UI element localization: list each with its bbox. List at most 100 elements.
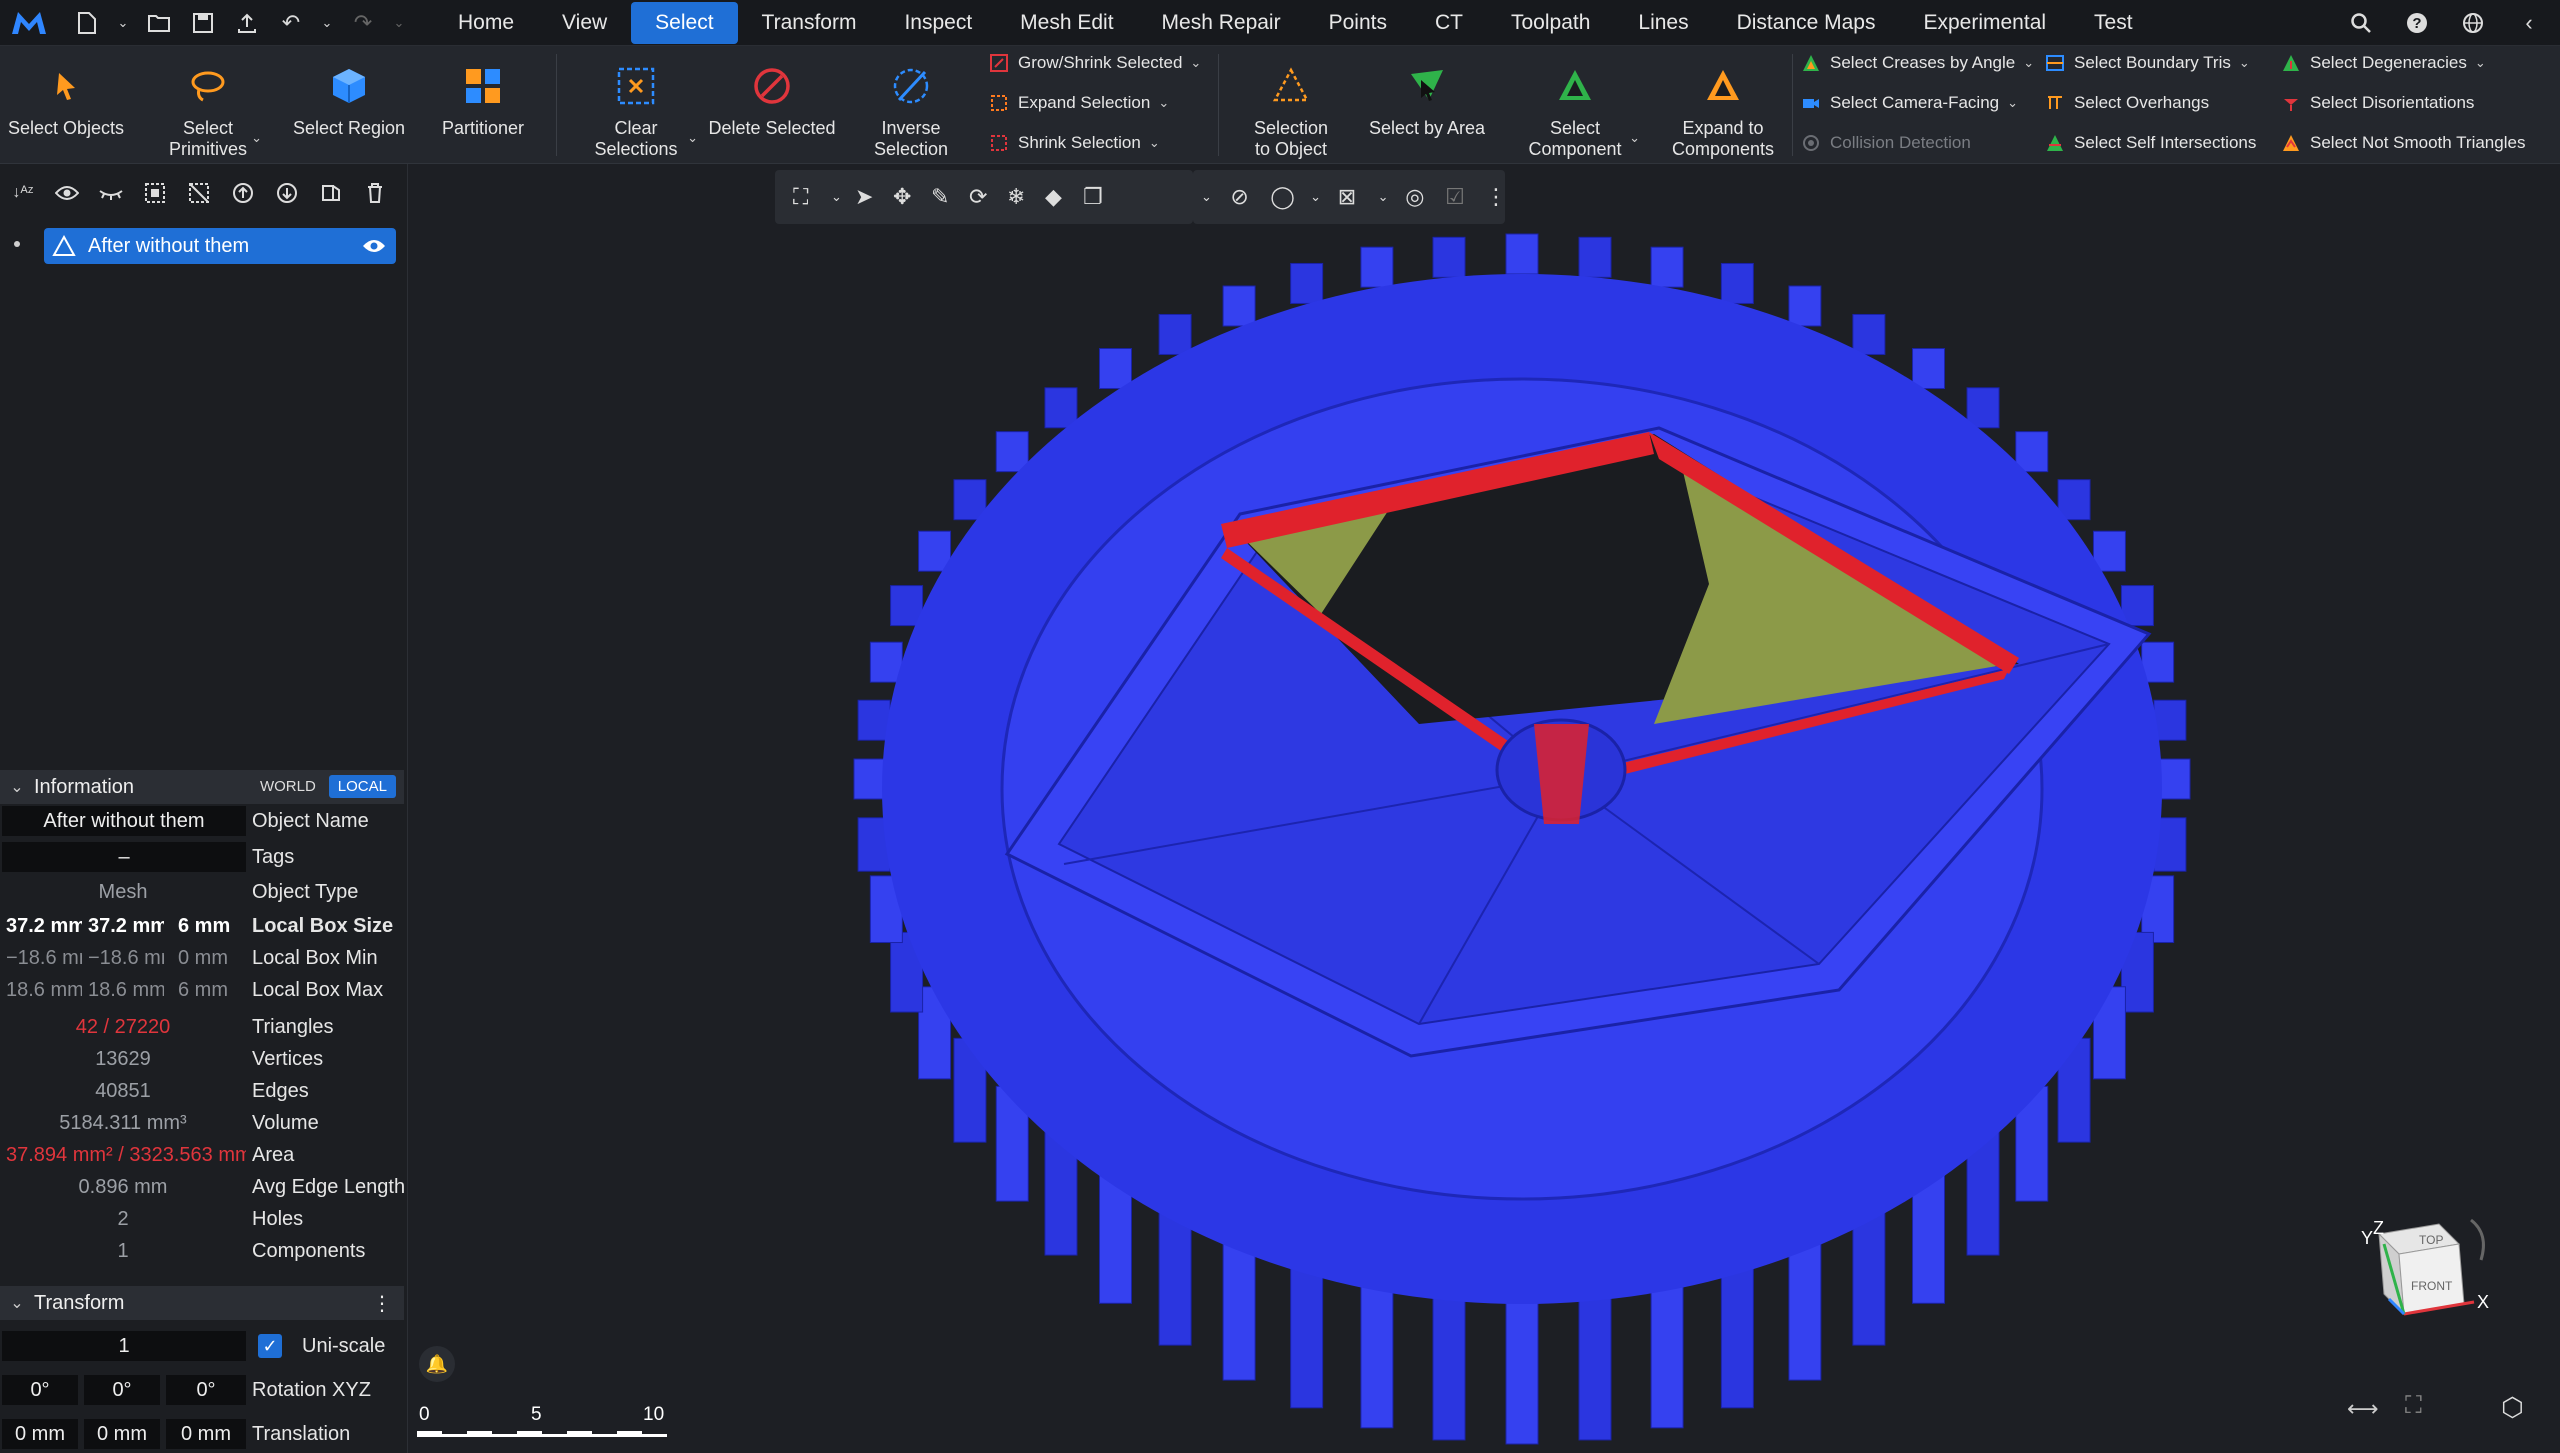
clear-selections-chevron-icon[interactable]: ⌄ [687, 130, 698, 146]
globe-icon[interactable] [2458, 8, 2488, 38]
select-primitives-button[interactable]: Select Primitives ⌄ [146, 46, 270, 164]
fit-selection-icon[interactable]: ⛶ [2405, 1392, 2422, 1420]
tab-mesh-edit[interactable]: Mesh Edit [996, 2, 1137, 44]
app-logo[interactable] [0, 0, 58, 46]
deselect-objects-icon[interactable] [184, 178, 214, 208]
tab-points[interactable]: Points [1305, 2, 1411, 44]
tags-field[interactable]: – [2, 842, 246, 872]
view-mode-icon[interactable]: ⬡ [2501, 1392, 2524, 1423]
redo-icon[interactable]: ↷ [348, 8, 378, 38]
select-creases-button[interactable]: Select Creases by Angle ⌄ [1800, 48, 2034, 78]
world-toggle[interactable]: WORLD [251, 775, 325, 798]
tab-ct[interactable]: CT [1411, 2, 1487, 44]
split-object-icon[interactable] [316, 178, 346, 208]
select-boundary-tris-button[interactable]: Select Boundary Tris ⌄ [2044, 48, 2250, 78]
redo-dropdown-chevron-icon[interactable]: ⌄ [392, 8, 406, 38]
view-cube[interactable]: TOP FRONT X Y Z [2349, 1204, 2499, 1354]
open-folder-icon[interactable] [144, 8, 174, 38]
more-tools-icon[interactable]: ⋮ [1485, 184, 1507, 210]
lasso-tool-icon[interactable]: ◯ [1270, 184, 1300, 210]
shapes-tool-icon[interactable]: ◆ [1045, 184, 1079, 210]
partitioner-button[interactable]: Partitioner [424, 46, 542, 164]
translation-z-field[interactable]: 0 mm [166, 1419, 246, 1449]
delete-object-trash-icon[interactable] [360, 178, 390, 208]
translation-x-field[interactable]: 0 mm [2, 1419, 78, 1449]
select-objects-button[interactable]: Select Objects [4, 46, 128, 164]
select-all-objects-icon[interactable] [140, 178, 170, 208]
rotation-y-field[interactable]: 0° [84, 1375, 160, 1405]
tab-mesh-repair[interactable]: Mesh Repair [1138, 2, 1305, 44]
fit-view-icon[interactable]: ⛶ [793, 184, 827, 210]
visibility-tool-icon[interactable]: ⊘ [1230, 184, 1260, 210]
transform-section-header[interactable]: ⌄ Transform ⋮ [0, 1286, 404, 1320]
new-file-icon[interactable] [72, 8, 102, 38]
collapse-panel-icon[interactable]: ‹ [2514, 8, 2544, 38]
select-component-button[interactable]: Select Component ⌄ [1510, 46, 1640, 164]
fit-chevron-icon[interactable]: ⌄ [831, 189, 851, 205]
snap-tool-icon[interactable]: ❄ [1007, 184, 1041, 210]
select-primitives-chevron-icon[interactable]: ⌄ [251, 130, 262, 146]
rotation-x-field[interactable]: 0° [2, 1375, 78, 1405]
grow-shrink-selected-button[interactable]: Grow/Shrink Selected ⌄ [988, 48, 1201, 78]
clear-chevron-icon[interactable]: ⌄ [1378, 189, 1396, 205]
select-region-button[interactable]: Select Region [290, 46, 408, 164]
notification-bell-icon[interactable]: 🔔 [419, 1346, 455, 1382]
search-icon[interactable] [2346, 8, 2376, 38]
object-name-field[interactable]: After without them [2, 806, 246, 836]
clear-selections-button[interactable]: Clear Selections ⌄ [574, 46, 698, 164]
tab-transform[interactable]: Transform [738, 2, 881, 44]
undo-dropdown-chevron-icon[interactable]: ⌄ [320, 8, 334, 38]
translation-y-field[interactable]: 0 mm [84, 1419, 160, 1449]
information-section-header[interactable]: ⌄ Information WORLD LOCAL [0, 770, 404, 804]
scene-tree-item[interactable]: After without them [44, 228, 396, 264]
move-down-icon[interactable] [272, 178, 302, 208]
rotation-z-field[interactable]: 0° [166, 1375, 246, 1405]
check-tool-icon[interactable]: ☑ [1445, 184, 1475, 210]
transform-collapse-chevron-icon[interactable]: ⌄ [0, 1293, 34, 1313]
grow-shrink-chevron-icon[interactable]: ⌄ [1190, 55, 1201, 71]
select-by-area-button[interactable]: Select by Area [1362, 46, 1492, 164]
expand-selection-chevron-icon[interactable]: ⌄ [1158, 95, 1169, 111]
clone-chevron-icon[interactable]: ⌄ [1201, 189, 1220, 205]
pointer-tool-icon[interactable]: ➤ [855, 184, 889, 210]
visibility-eye-icon[interactable] [362, 237, 386, 260]
tab-distance-maps[interactable]: Distance Maps [1713, 2, 1900, 44]
expand-selection-button[interactable]: Expand Selection ⌄ [988, 88, 1169, 118]
select-component-chevron-icon[interactable]: ⌄ [1629, 130, 1640, 146]
transform-menu-icon[interactable]: ⋮ [372, 1291, 392, 1316]
new-dropdown-chevron-icon[interactable]: ⌄ [116, 8, 130, 38]
hide-all-icon[interactable] [96, 178, 126, 208]
tab-toolpath[interactable]: Toolpath [1487, 2, 1614, 44]
tab-lines[interactable]: Lines [1614, 2, 1712, 44]
expand-to-components-button[interactable]: Expand to Components [1660, 46, 1786, 164]
select-self-intersections-button[interactable]: Select Self Intersections [2044, 128, 2256, 158]
collapse-chevron-icon[interactable]: ⌄ [0, 777, 34, 797]
tab-test[interactable]: Test [2070, 2, 2157, 44]
local-toggle[interactable]: LOCAL [328, 775, 396, 798]
save-icon[interactable] [188, 8, 218, 38]
scale-field[interactable]: 1 [2, 1331, 246, 1361]
move-tool-icon[interactable]: ✥ [893, 184, 927, 210]
shrink-selection-button[interactable]: Shrink Selection ⌄ [988, 128, 1160, 158]
tab-view[interactable]: View [538, 2, 631, 44]
export-icon[interactable] [232, 8, 262, 38]
select-degeneracies-chevron-icon[interactable]: ⌄ [2475, 55, 2486, 71]
tab-select[interactable]: Select [631, 1, 738, 44]
move-up-icon[interactable] [228, 178, 258, 208]
select-boundary-tris-chevron-icon[interactable]: ⌄ [2239, 55, 2250, 71]
tab-experimental[interactable]: Experimental [1899, 2, 2070, 44]
tab-home[interactable]: Home [434, 2, 538, 44]
select-degeneracies-button[interactable]: Select Degeneracies ⌄ [2280, 48, 2486, 78]
shrink-selection-chevron-icon[interactable]: ⌄ [1149, 135, 1160, 151]
selection-to-object-button[interactable]: Selection to Object [1234, 46, 1348, 164]
undo-icon[interactable]: ↶ [276, 8, 306, 38]
delete-selected-button[interactable]: Delete Selected [706, 46, 838, 164]
show-all-eye-icon[interactable] [52, 178, 82, 208]
clone-tool-icon[interactable]: ❐ [1083, 184, 1117, 210]
select-camera-facing-chevron-icon[interactable]: ⌄ [2007, 95, 2018, 111]
clear-tool-icon[interactable]: ⊠ [1338, 184, 1368, 210]
edit-tool-icon[interactable]: ✎ [931, 184, 965, 210]
collision-detection-button[interactable]: Collision Detection [1800, 128, 1971, 158]
ruler-toggle-icon[interactable]: ⟷ [2347, 1396, 2379, 1422]
hidden-tool-icon[interactable]: ◎ [1405, 184, 1435, 210]
